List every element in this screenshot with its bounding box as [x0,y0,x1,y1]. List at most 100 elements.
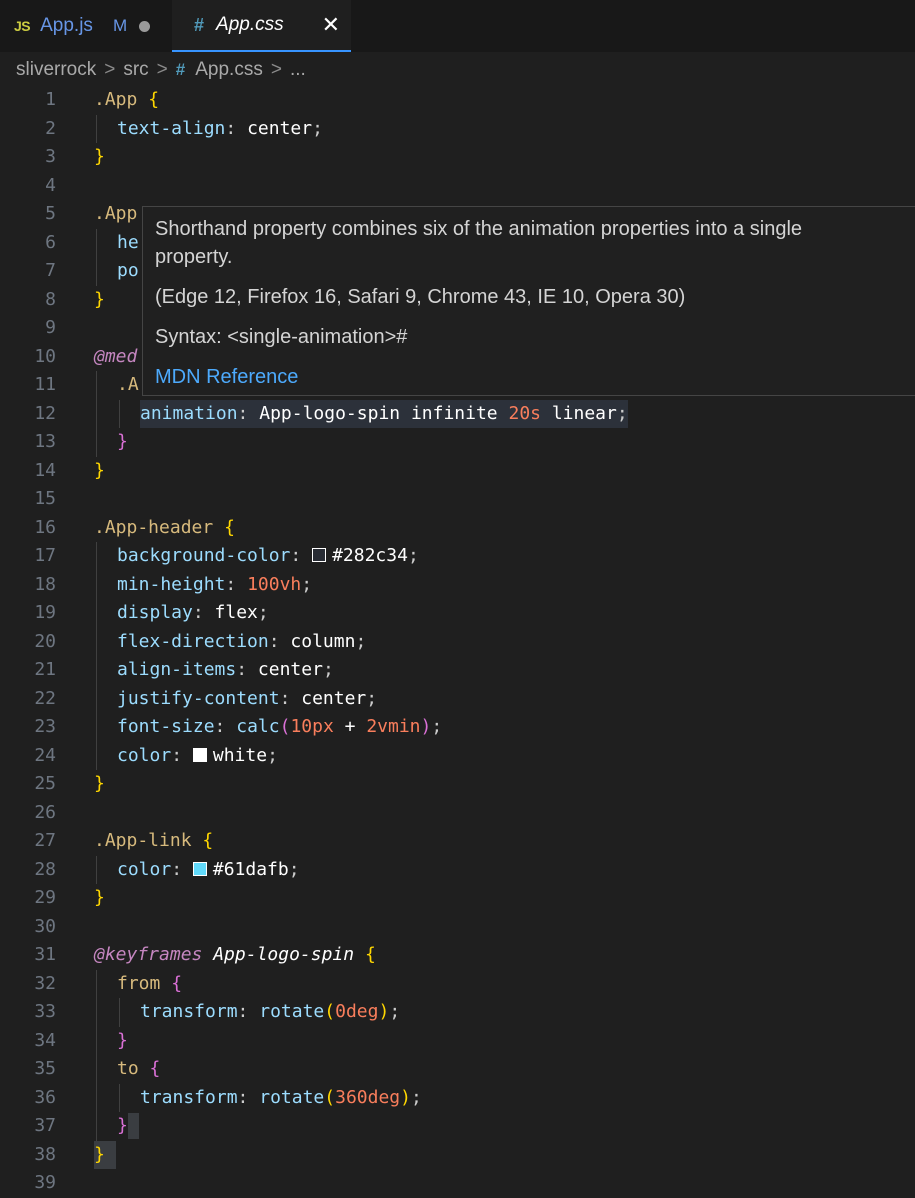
breadcrumb-item-sliverrock[interactable]: sliverrock [16,59,96,81]
code-line[interactable]: 18 min-height: 100vh; [0,570,915,599]
value: center [247,117,313,139]
value: App-logo-spin infinite [259,402,509,424]
breadcrumb-item-src[interactable]: src [123,59,148,81]
line-number: 27 [34,830,56,851]
line-number: 37 [34,1115,56,1136]
breadcrumb-item-file[interactable]: App.css [195,59,263,81]
code-line[interactable]: 30 [0,913,915,942]
code-line[interactable]: 38} [0,1140,915,1169]
close-icon[interactable]: ✕ [322,12,340,38]
number: 360deg [335,1086,401,1108]
tooltip-browser-support: (Edge 12, Firefox 16, Safari 9, Chrome 4… [155,286,686,308]
line-number: 34 [34,1029,56,1051]
operator: + [333,716,367,737]
code-line[interactable]: 1 .App { [0,86,915,115]
line-number: 35 [34,1058,56,1079]
function: rotate [259,1086,325,1108]
line-number: 22 [34,687,56,709]
line-number: 11 [34,374,56,395]
color-swatch-icon[interactable] [192,861,207,876]
code-line[interactable]: 28 color: #61dafb; [0,855,915,884]
code-line[interactable]: 36 transform: rotate(360deg); [0,1083,915,1112]
property: color [117,858,172,880]
line-number: 32 [34,972,56,994]
code-line[interactable]: 33 transform: rotate(0deg); [0,998,915,1027]
code-line[interactable]: 34} [0,1026,915,1055]
property: display [117,602,193,623]
function: calc [236,716,280,737]
code-line[interactable]: 14} [0,457,915,486]
breadcrumb: sliverrock > src > # App.css > ... [16,56,306,84]
line-number: 23 [34,716,56,737]
code-line[interactable]: 22 justify-content: center; [0,684,915,713]
code-line[interactable]: 13} [0,428,915,457]
code-line[interactable]: 16 .App-header { [0,514,915,543]
number: 2vmin [366,716,421,737]
tab-label: App.css [216,14,284,35]
property: transform [140,1001,238,1022]
value: #61dafb [212,858,289,880]
code-line[interactable]: 20 flex-direction: column; [0,627,915,656]
code-line[interactable]: 32 from { [0,969,915,998]
code-line[interactable]: 31 @keyframes App-logo-spin { [0,941,915,970]
number: 0deg [335,1001,379,1022]
line-number: 15 [34,488,56,509]
code-line[interactable]: 37} [0,1112,915,1141]
code-line[interactable]: 21 align-items: center; [0,656,915,685]
code-line[interactable]: 27 .App-link { [0,827,915,856]
color-swatch-icon[interactable] [312,548,327,562]
function: rotate [259,1001,325,1022]
line-number: 19 [34,602,56,623]
line-number: 24 [34,744,56,766]
number: 20s [508,402,541,424]
line-number: 12 [34,402,56,424]
code-line[interactable]: 39 [0,1169,915,1198]
keyframes-name: App-logo-spin [213,944,355,965]
line-number: 14 [34,459,56,481]
code-line[interactable]: 2 text-align: center; [0,114,915,143]
value: linear [541,402,617,424]
number: 100vh [247,573,302,595]
tab-app-css[interactable]: # App.css ✕ [172,0,351,52]
code-line[interactable]: 3} [0,143,915,172]
color-swatch-icon[interactable] [192,747,207,762]
code-line[interactable]: 12 animation: App-logo-spin infinite 20s … [0,399,915,428]
code-line[interactable]: 17 background-color: #282c34; [0,542,915,571]
property: color [117,744,172,766]
code-line[interactable]: 26 [0,799,915,828]
value: center [257,659,323,680]
property: flex-direction [117,630,269,652]
unsaved-dot-icon[interactable] [139,20,151,32]
line-number: 25 [34,773,56,794]
line-number: 13 [34,431,56,452]
tab-app-js[interactable]: JS App.js M [0,0,170,52]
chevron-right-icon: > [270,59,282,80]
property: po [117,260,139,281]
line-number: 3 [45,146,56,167]
keyframe-selector: to [117,1058,139,1079]
keyframe-selector: from [117,972,161,994]
at-rule: @med [94,345,138,367]
selector: .App-link [94,830,192,851]
js-file-icon: JS [14,18,31,34]
property: transform [140,1086,238,1108]
code-line[interactable]: 24 color: white; [0,741,915,770]
property: animation [140,402,238,424]
code-line[interactable]: 19 display: flex; [0,599,915,628]
code-line[interactable]: 29} [0,884,915,913]
mdn-reference-link[interactable]: MDN Reference [155,363,915,391]
code-line[interactable]: 4 [0,172,915,201]
tooltip-description: Shorthand property combines six of the a… [155,218,803,268]
line-number: 21 [34,659,56,680]
line-number: 38 [34,1143,56,1165]
tooltip-syntax: Syntax: <single-animation># [155,326,408,348]
at-rule: @keyframes [94,944,203,965]
code-line[interactable]: 25} [0,770,915,799]
code-line[interactable]: 15 [0,485,915,514]
code-line[interactable]: 35 to { [0,1055,915,1084]
code-line[interactable]: 23 font-size: calc(10px + 2vmin); [0,713,915,742]
line-number: 20 [34,630,56,652]
tab-label: App.js [40,15,93,36]
value: flex [214,602,258,623]
breadcrumb-item-symbols[interactable]: ... [290,59,306,81]
